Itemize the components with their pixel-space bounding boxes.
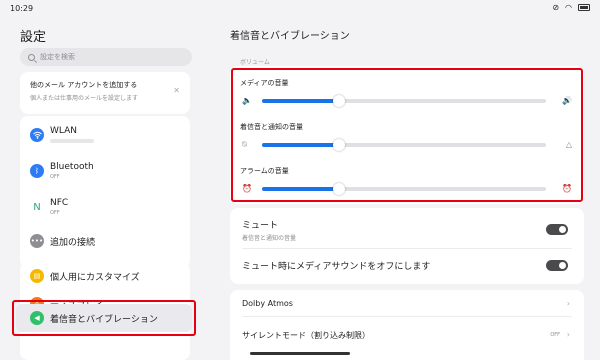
- nfc-icon: N: [30, 200, 44, 214]
- divider: [242, 248, 572, 249]
- add-account-card[interactable]: 他のメール アカウントを追加する 個人または仕事用のメールを設定します ✕: [20, 72, 190, 114]
- status-bar: 10:29 ⊘ ◠: [0, 0, 600, 16]
- palette-icon: ▤: [30, 269, 44, 283]
- sidebar-item-customize[interactable]: ▤ 個人用にカスタマイズ: [20, 269, 190, 283]
- wifi-status-icon: ◠: [565, 3, 572, 12]
- sidebar-item-label: 追加の接続: [50, 237, 96, 248]
- more-icon: •••: [30, 234, 44, 248]
- sidebar-item-label: WLAN: [50, 126, 78, 136]
- bluetooth-icon: ᛒ: [30, 164, 44, 178]
- home-indicator[interactable]: [250, 352, 350, 355]
- sidebar-item-label: NFC: [50, 198, 69, 208]
- sidebar-item-status: OFF: [50, 174, 60, 180]
- chevron-right-icon: ›: [566, 299, 570, 308]
- page-title: 設定: [20, 30, 47, 45]
- search-placeholder: 設定を検索: [40, 53, 75, 61]
- mute-toggle[interactable]: [546, 224, 568, 235]
- wifi-icon: [30, 127, 44, 142]
- sidebar-item-nfc[interactable]: N NFC OFF: [20, 198, 190, 216]
- search-input[interactable]: 設定を検索: [20, 48, 192, 66]
- sidebar-item-label: 個人用にカスタマイズ: [50, 272, 140, 283]
- volume-section-label: ボリューム: [240, 59, 270, 66]
- close-icon[interactable]: ✕: [173, 86, 180, 95]
- section-title: 着信音とバイブレーション: [230, 31, 350, 42]
- sidebar-item-status: OFF: [50, 210, 60, 216]
- selection-highlight-box: [12, 300, 196, 336]
- sidebar-item-wlan[interactable]: WLAN: [20, 126, 190, 143]
- sidebar-item-label: Bluetooth: [50, 162, 94, 172]
- silent-mode-status: OFF: [550, 332, 560, 338]
- volume-highlight-box: [231, 68, 583, 202]
- dolby-atmos-row[interactable]: Dolby Atmos ›: [242, 299, 572, 308]
- sidebar-item-bluetooth[interactable]: ᛒ Bluetooth OFF: [20, 162, 190, 180]
- search-icon: [28, 53, 35, 61]
- sidebar-item-more-connections[interactable]: ••• 追加の接続: [20, 234, 190, 248]
- mute-media-title: ミュート時にメディアサウンドをオフにします: [242, 262, 431, 272]
- mute-media-row[interactable]: ミュート時にメディアサウンドをオフにします: [242, 259, 572, 272]
- other-settings-card: Dolby Atmos › サイレントモード（割り込み制限） OFF ›: [230, 290, 584, 360]
- silent-mode-label: サイレントモード（割り込み制限）: [242, 331, 370, 340]
- mute-title: ミュート: [242, 221, 279, 231]
- add-account-subtitle: 個人または仕事用のメールを設定します: [30, 95, 139, 102]
- wlan-network-redacted: [50, 139, 94, 143]
- dolby-atmos-label: Dolby Atmos: [242, 299, 293, 308]
- status-time: 10:29: [10, 4, 34, 13]
- battery-icon: [578, 4, 590, 11]
- mute-subtitle: 着信音と通知の音量: [242, 235, 297, 242]
- mute-card: ミュート 着信音と通知の音量 ミュート時にメディアサウンドをオフにします: [230, 208, 584, 284]
- mute-row[interactable]: ミュート 着信音と通知の音量: [242, 218, 572, 242]
- divider: [242, 316, 572, 317]
- connections-card: WLAN ᛒ Bluetooth OFF N NFC OFF ••• 追加の接続: [20, 116, 190, 268]
- silent-mode-row[interactable]: サイレントモード（割り込み制限） OFF ›: [242, 330, 572, 341]
- chevron-right-icon: ›: [566, 330, 570, 339]
- mute-media-toggle[interactable]: [546, 260, 568, 271]
- add-account-title: 他のメール アカウントを追加する: [30, 81, 138, 89]
- mute-status-icon: ⊘: [552, 3, 560, 12]
